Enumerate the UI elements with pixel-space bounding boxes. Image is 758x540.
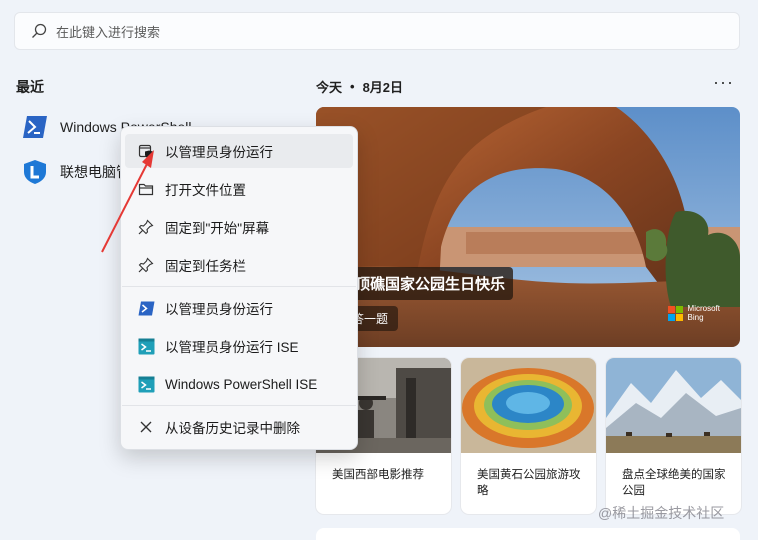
- menu-item-run-as-admin[interactable]: 以管理员身份运行: [125, 134, 353, 168]
- menu-item-label: 以管理员身份运行: [165, 302, 273, 317]
- card-image-mountains: [606, 358, 741, 453]
- menu-item-powershell-ise[interactable]: Windows PowerShell ISE: [125, 367, 353, 401]
- today-label: 今天: [316, 80, 343, 95]
- menu-item-label: 以管理员身份运行 ISE: [165, 340, 299, 355]
- feed-date-header: 今天 • 8月2日: [316, 77, 403, 96]
- more-options-icon[interactable]: ···: [713, 73, 734, 91]
- menu-item-label: 打开文件位置: [165, 183, 246, 198]
- context-menu: 以管理员身份运行 打开文件位置 固定到"开始"屏幕 固定到任务栏 以管理员身份运…: [120, 126, 358, 450]
- search-input[interactable]: 在此键入进行搜索: [56, 22, 160, 41]
- watermark: @稀土掘金技术社区: [598, 505, 725, 521]
- card-image-hot-spring: [461, 358, 596, 453]
- powershell-ise-icon: [137, 337, 155, 355]
- recent-heading: 最近: [16, 79, 44, 95]
- menu-item-label: Windows PowerShell ISE: [165, 376, 318, 392]
- menu-item-label: 固定到任务栏: [165, 259, 246, 274]
- hero-card[interactable]: 圆顶礁国家公园生日快乐 回答一题 Microsoft Bing: [316, 107, 740, 347]
- lenovo-manager-icon: [24, 160, 46, 184]
- pin-icon: [137, 218, 155, 236]
- powershell-ise-icon: [137, 375, 155, 393]
- card-caption: 美国黄石公园旅游攻略: [477, 469, 581, 497]
- pin-icon: [137, 256, 155, 274]
- search-box[interactable]: 在此键入进行搜索: [14, 12, 740, 50]
- menu-item-open-file-location[interactable]: 打开文件位置: [125, 172, 353, 206]
- card-caption: 盘点全球绝美的国家公园: [622, 469, 726, 497]
- menu-item-label: 从设备历史记录中删除: [165, 421, 300, 436]
- bing-brand-line2: Bing: [687, 313, 704, 322]
- next-card-edge: [316, 528, 740, 540]
- menu-separator: [122, 405, 356, 406]
- separator-dot: •: [350, 79, 355, 94]
- menu-item-remove-from-history[interactable]: 从设备历史记录中删除: [125, 410, 353, 444]
- date-label: 8月2日: [362, 80, 404, 95]
- bing-brand-line1: Microsoft: [687, 304, 720, 313]
- powershell-icon: [137, 299, 155, 317]
- news-card-national-parks[interactable]: 盘点全球绝美的国家公园: [606, 358, 741, 514]
- microsoft-logo-icon: [667, 305, 683, 321]
- menu-item-pin-to-taskbar[interactable]: 固定到任务栏: [125, 248, 353, 282]
- menu-item-ise-run-as-admin[interactable]: 以管理员身份运行 ISE: [125, 329, 353, 363]
- folder-icon: [137, 180, 155, 198]
- news-card-yellowstone[interactable]: 美国黄石公园旅游攻略: [461, 358, 596, 514]
- menu-item-powershell-run-as-admin[interactable]: 以管理员身份运行: [125, 291, 353, 325]
- search-icon: [32, 23, 47, 38]
- menu-item-label: 固定到"开始"屏幕: [165, 221, 270, 236]
- close-icon: [137, 418, 155, 436]
- powershell-icon: [23, 116, 47, 138]
- menu-item-pin-to-start[interactable]: 固定到"开始"屏幕: [125, 210, 353, 244]
- menu-item-label: 以管理员身份运行: [165, 145, 273, 160]
- admin-shield-icon: [137, 142, 155, 160]
- card-caption: 美国西部电影推荐: [332, 469, 424, 481]
- menu-separator: [122, 286, 356, 287]
- microsoft-bing-badge: Microsoft Bing: [667, 304, 720, 322]
